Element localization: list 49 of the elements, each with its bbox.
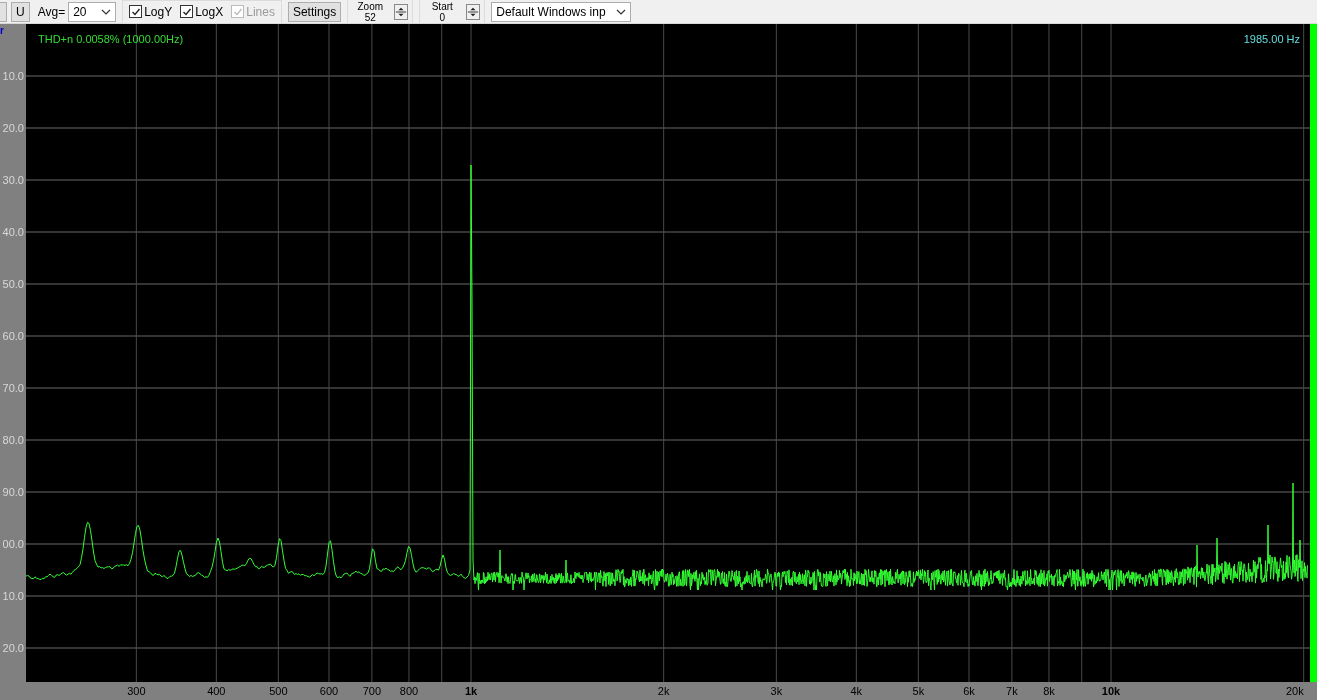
frequency-readout: 1985.00 Hz [1243, 33, 1300, 45]
checkbox-label: LogY [144, 4, 173, 19]
axis-label: 700 [362, 685, 382, 697]
axis-label: 7k [1006, 685, 1018, 697]
axis-label: 30.0 [2, 174, 24, 186]
avg-label: Avg= [37, 4, 66, 19]
axis-label: 20.0 [2, 122, 24, 134]
axis-label: 90.0 [2, 486, 24, 498]
axis-label: 50.0 [2, 278, 24, 290]
axis-label: 80.0 [2, 434, 24, 446]
corner-mark: r [0, 25, 4, 36]
thd-readout: THD+n 0.0058% (1000.00Hz) [38, 33, 184, 45]
axis-label: 4k [850, 685, 863, 697]
spinner-value[interactable]: 52 [364, 11, 376, 23]
u-button[interactable]: U [11, 1, 30, 22]
avg-select[interactable]: 20 [68, 1, 117, 22]
settings-button[interactable]: Settings [287, 1, 342, 22]
axis-label: 00.0 [2, 538, 24, 550]
axis-label: 70.0 [2, 382, 24, 394]
axis-label: 800 [399, 685, 419, 697]
caret-icon [616, 8, 627, 15]
axis-label: 10.0 [2, 70, 24, 82]
axis-label: 500 [269, 685, 288, 697]
axis-label: 2k [657, 685, 670, 697]
axis-label: 60.0 [2, 330, 24, 342]
spinner-arrows-icon[interactable] [466, 3, 481, 20]
caret-icon [101, 8, 112, 15]
axis-label: 400 [207, 685, 226, 697]
axis-label: 1k [464, 685, 478, 697]
axis-label: 10k [1101, 685, 1121, 697]
axis-label: 20k [1285, 685, 1304, 697]
axis-label: 6k [963, 685, 975, 697]
spinner-label: Start [431, 0, 453, 12]
axis-label: 600 [319, 685, 339, 697]
spinner-label: Zoom [357, 0, 384, 12]
axis-label: 300 [127, 685, 146, 697]
checkbox-label: LogX [195, 4, 224, 19]
axis-label: 10.0 [2, 590, 24, 602]
axis-label: 8k [1043, 685, 1055, 697]
checkbox-label: Lines [246, 4, 275, 19]
input-select[interactable]: Default Windows inp [491, 1, 632, 22]
checkbox[interactable] [180, 5, 194, 18]
axis-label: 40.0 [2, 226, 24, 238]
checkbox[interactable] [129, 5, 143, 18]
spinner-value[interactable]: 0 [439, 11, 446, 23]
axis-label: 20.0 [2, 642, 24, 654]
axis-label: 5k [912, 685, 925, 697]
axis-label: 3k [770, 685, 783, 697]
spinner-arrows-icon[interactable] [394, 3, 409, 20]
